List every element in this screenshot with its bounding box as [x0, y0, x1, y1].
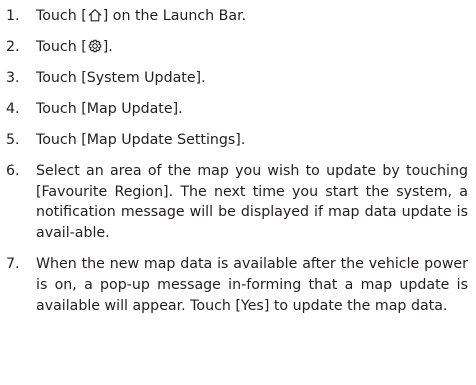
list-item: 5. Touch [Map Update Settings].: [6, 130, 468, 151]
list-item: 7. When the new map data is available af…: [6, 254, 468, 316]
step-text: Touch [System Update].: [36, 70, 206, 86]
list-item: 3. Touch [System Update].: [6, 68, 468, 89]
step-number: 3.: [6, 70, 20, 86]
step-number: 5.: [6, 132, 20, 148]
instruction-list: 1. Touch [ ] on the Launch Bar. 2. Touch …: [6, 6, 468, 326]
list-item: 2. Touch [].: [6, 37, 468, 58]
step-text: Touch [Map Update Settings].: [36, 132, 246, 148]
list-item: 6. Select an area of the map you wish to…: [6, 161, 468, 243]
list-item: 4. Touch [Map Update].: [6, 99, 468, 120]
home-icon: [87, 7, 103, 23]
step-number: 2.: [6, 39, 20, 55]
step-text-prefix: Touch [: [36, 8, 87, 24]
step-text-prefix: Touch [: [36, 39, 87, 55]
list-item: 1. Touch [ ] on the Launch Bar.: [6, 6, 468, 27]
step-number: 6.: [6, 163, 20, 179]
step-text: Select an area of the map you wish to up…: [36, 163, 468, 241]
step-number: 1.: [6, 8, 20, 24]
step-text: When the new map data is available after…: [36, 256, 468, 314]
step-text: Touch [Map Update].: [36, 101, 183, 117]
step-text-suffix: ] on the Launch Bar.: [102, 8, 247, 24]
step-number: 7.: [6, 256, 20, 273]
step-text-suffix: ].: [102, 39, 113, 55]
step-number: 4.: [6, 101, 20, 117]
gear-icon: [87, 38, 103, 54]
